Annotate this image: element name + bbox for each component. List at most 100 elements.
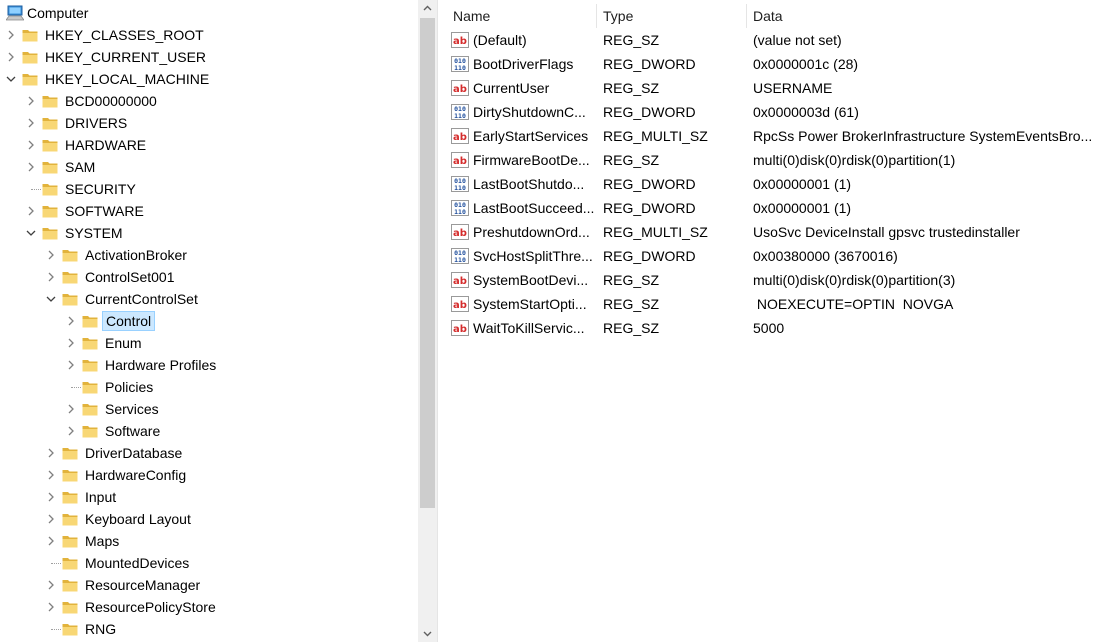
value-name-cell: EarlyStartServices: [473, 128, 589, 144]
value-type-cell: REG_DWORD: [603, 104, 696, 120]
tree-node-label: ResourcePolicyStore: [85, 599, 216, 615]
chevron-right-icon[interactable]: [66, 404, 76, 414]
chevron-right-icon[interactable]: [26, 118, 36, 128]
tree-node[interactable]: Input: [0, 486, 418, 508]
registry-values-list[interactable]: Name Type Data ab (Default) REG_SZ (value n…: [445, 0, 1102, 642]
chevron-right-icon[interactable]: [66, 338, 76, 348]
tree-node[interactable]: Control: [0, 310, 418, 332]
value-data-cell: USERNAME: [753, 80, 833, 96]
string-value-icon: ab: [451, 320, 469, 336]
chevron-right-icon[interactable]: [46, 536, 56, 546]
tree-node[interactable]: Policies: [0, 376, 418, 398]
tree-node[interactable]: Software: [0, 420, 418, 442]
folder-icon: [82, 316, 98, 328]
tree-node[interactable]: HKEY_LOCAL_MACHINE: [0, 68, 418, 90]
tree-root-label: Computer: [27, 5, 89, 21]
chevron-down-icon[interactable]: [6, 74, 16, 84]
tree-node[interactable]: Services: [0, 398, 418, 420]
value-row[interactable]: ab PreshutdownOrd... REG_MULTI_SZ UsoSvc De…: [445, 220, 1102, 244]
chevron-right-icon[interactable]: [26, 162, 36, 172]
tree-node[interactable]: Maps: [0, 530, 418, 552]
tree-node[interactable]: MountedDevices: [0, 552, 418, 574]
value-row[interactable]: ab CurrentUser REG_SZ USERNAME: [445, 76, 1102, 100]
chevron-right-icon[interactable]: [6, 30, 16, 40]
tree-root-computer[interactable]: Computer: [0, 2, 418, 24]
tree-node-label: ResourceManager: [85, 577, 201, 593]
tree-node[interactable]: DRIVERS: [0, 112, 418, 134]
value-row[interactable]: ab SystemStartOpti... REG_SZ NOEXECUTE=OPT…: [445, 292, 1102, 316]
tree-node[interactable]: RNG: [0, 618, 418, 640]
tree-node[interactable]: ResourcePolicyStore: [0, 596, 418, 618]
value-row[interactable]: 010 110 LastBootShutdo... REG_DWORD 0x000000…: [445, 172, 1102, 196]
value-row[interactable]: ab SystemBootDevi... REG_SZ multi(0)disk(0)…: [445, 268, 1102, 292]
column-header-name[interactable]: Name: [453, 4, 593, 28]
folder-icon: [82, 338, 98, 350]
value-name-cell: FirmwareBootDe...: [473, 152, 590, 168]
tree-node[interactable]: ControlSet001: [0, 266, 418, 288]
scrollbar-thumb[interactable]: [420, 18, 435, 508]
tree-node[interactable]: DriverDatabase: [0, 442, 418, 464]
chevron-right-icon[interactable]: [46, 272, 56, 282]
tree-node[interactable]: SAM: [0, 156, 418, 178]
chevron-right-icon[interactable]: [46, 492, 56, 502]
value-row[interactable]: ab EarlyStartServices REG_MULTI_SZ RpcSs Po…: [445, 124, 1102, 148]
chevron-right-icon[interactable]: [46, 448, 56, 458]
chevron-right-icon[interactable]: [66, 426, 76, 436]
tree-node[interactable]: HKEY_CURRENT_USER: [0, 46, 418, 68]
column-divider[interactable]: [596, 4, 597, 28]
chevron-right-icon[interactable]: [26, 206, 36, 216]
chevron-right-icon[interactable]: [46, 580, 56, 590]
tree-node[interactable]: Keyboard Layout: [0, 508, 418, 530]
string-value-icon: ab: [451, 272, 469, 288]
tree-node[interactable]: ResourceManager: [0, 574, 418, 596]
value-type-cell: REG_SZ: [603, 80, 660, 96]
value-row[interactable]: ab WaitToKillServic... REG_SZ 5000: [445, 316, 1102, 340]
chevron-right-icon[interactable]: [26, 140, 36, 150]
tree-node[interactable]: HardwareConfig: [0, 464, 418, 486]
chevron-right-icon[interactable]: [46, 602, 56, 612]
tree-node[interactable]: HKEY_CLASSES_ROOT: [0, 24, 418, 46]
value-row[interactable]: 010 110 BootDriverFlags REG_DWORD 0x0000001c…: [445, 52, 1102, 76]
tree-node[interactable]: SYSTEM: [0, 222, 418, 244]
chevron-right-icon[interactable]: [6, 52, 16, 62]
value-row[interactable]: 010 110 DirtyShutdownC... REG_DWORD 0x000000…: [445, 100, 1102, 124]
value-name-cell: CurrentUser: [473, 80, 550, 96]
column-header-type[interactable]: Type: [603, 4, 743, 28]
tree-connector-line: [71, 387, 81, 389]
tree-node[interactable]: HARDWARE: [0, 134, 418, 156]
value-row[interactable]: ab (Default) REG_SZ (value not set): [445, 28, 1102, 52]
tree-node[interactable]: SECURITY: [0, 178, 418, 200]
tree-node[interactable]: Hardware Profiles: [0, 354, 418, 376]
chevron-down-icon[interactable]: [26, 228, 36, 238]
value-row[interactable]: 010 110 SvcHostSplitThre... REG_DWORD 0x0038…: [445, 244, 1102, 268]
folder-icon: [22, 74, 38, 86]
svg-text:110: 110: [454, 256, 466, 264]
value-data-cell: 0x00000001 (1): [753, 176, 852, 192]
tree-node-label: ActivationBroker: [85, 247, 187, 263]
chevron-right-icon[interactable]: [46, 514, 56, 524]
tree-node-label: Maps: [85, 533, 120, 549]
value-type-cell: REG_MULTI_SZ: [603, 224, 708, 240]
value-type-cell: REG_DWORD: [603, 248, 696, 264]
tree-node[interactable]: CurrentControlSet: [0, 288, 418, 310]
value-name-cell: SystemBootDevi...: [473, 272, 589, 288]
tree-node[interactable]: ActivationBroker: [0, 244, 418, 266]
chevron-right-icon[interactable]: [66, 316, 76, 326]
scroll-down-arrow-icon[interactable]: [423, 629, 432, 638]
tree-node[interactable]: Enum: [0, 332, 418, 354]
chevron-right-icon[interactable]: [26, 96, 36, 106]
chevron-down-icon[interactable]: [46, 294, 56, 304]
chevron-right-icon[interactable]: [46, 470, 56, 480]
value-row[interactable]: 010 110 LastBootSucceed... REG_DWORD 0x00000…: [445, 196, 1102, 220]
scroll-up-arrow-icon[interactable]: [423, 4, 432, 13]
registry-key-tree[interactable]: Computer HKEY_CLASSES_ROOT HKEY_CURRENT_U…: [0, 0, 418, 642]
tree-node-label-selected: Control: [102, 311, 156, 331]
tree-node[interactable]: SOFTWARE: [0, 200, 418, 222]
chevron-right-icon[interactable]: [46, 250, 56, 260]
chevron-right-icon[interactable]: [66, 360, 76, 370]
tree-node[interactable]: BCD00000000: [0, 90, 418, 112]
tree-vertical-scrollbar[interactable]: [418, 0, 437, 642]
value-row[interactable]: ab FirmwareBootDe... REG_SZ multi(0)disk(0)…: [445, 148, 1102, 172]
column-divider[interactable]: [746, 4, 747, 28]
column-header-data[interactable]: Data: [753, 4, 1093, 28]
